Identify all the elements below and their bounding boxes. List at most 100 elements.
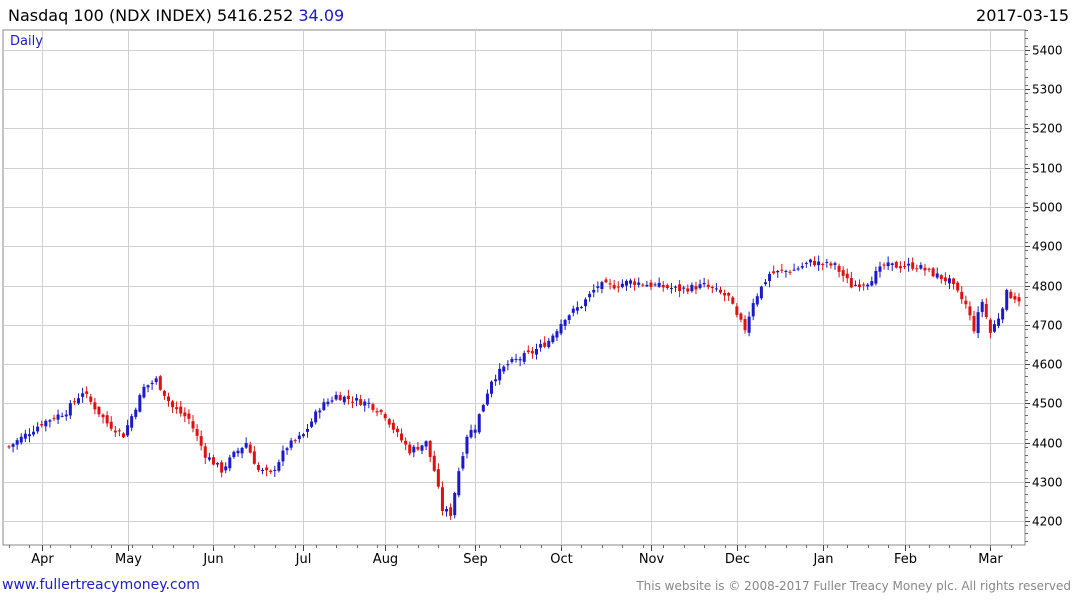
candle-body — [440, 487, 444, 512]
candle-body — [1001, 308, 1005, 320]
candle-body — [97, 406, 101, 415]
candle-body — [236, 450, 240, 454]
candle-body — [412, 446, 416, 453]
candle-body — [575, 307, 579, 311]
candle-body — [825, 261, 829, 263]
candle-body — [150, 382, 154, 384]
candle-body — [620, 283, 624, 288]
candle-body — [563, 320, 567, 326]
candle-body — [800, 266, 804, 268]
candle-body — [600, 282, 604, 289]
candle-body — [759, 286, 763, 299]
candle-body — [117, 430, 121, 432]
candle-body — [547, 340, 551, 348]
candle-body — [93, 402, 97, 410]
candle-body — [72, 401, 76, 403]
candle-body — [56, 414, 60, 420]
candle-body — [682, 287, 686, 289]
candle-body — [465, 436, 469, 454]
candle-body — [931, 268, 935, 277]
candle-body — [334, 394, 338, 400]
candle-body — [490, 381, 494, 394]
candle-body — [387, 419, 391, 425]
x-tick-label: Jul — [295, 552, 312, 567]
candle-body — [678, 284, 682, 292]
candle-body — [633, 281, 637, 285]
candle-body — [436, 469, 440, 487]
candle-body — [608, 283, 612, 285]
x-tick-label: Jan — [812, 552, 833, 567]
candle-body — [584, 299, 588, 307]
candle-body — [559, 324, 563, 334]
candle-body — [19, 436, 23, 443]
candle-body — [64, 414, 68, 417]
candle-body — [755, 296, 759, 305]
period-label: Daily — [10, 34, 43, 49]
candle-body — [15, 440, 19, 445]
candle-body — [199, 436, 203, 446]
candle-body — [101, 414, 105, 418]
candle-body — [432, 455, 436, 471]
candle-body — [424, 441, 428, 447]
candle-body — [898, 266, 902, 269]
candle-body — [629, 280, 633, 284]
candle-body — [89, 396, 93, 402]
candle-body — [126, 425, 130, 436]
candle-body — [330, 400, 334, 402]
candle-body — [355, 398, 359, 401]
candle-body — [596, 286, 600, 288]
y-tick-label: 4400 — [1032, 437, 1063, 451]
copyright-notice: This website is © 2008-2017 Fuller Treac… — [636, 579, 1071, 593]
candle-body — [612, 285, 616, 289]
website-link[interactable]: www.fullertreacymoney.com — [2, 577, 200, 593]
y-tick-label: 4800 — [1032, 280, 1063, 294]
x-tick-label: Aug — [373, 552, 398, 567]
candle-body — [191, 421, 195, 429]
candle-body — [784, 270, 788, 273]
candle-body — [874, 271, 878, 284]
candle-body — [911, 262, 915, 269]
candle-body — [220, 462, 224, 473]
candle-body — [751, 303, 755, 317]
candle-body — [297, 435, 301, 440]
candle-body — [690, 284, 694, 292]
candle-body — [747, 316, 751, 333]
candle-body — [36, 426, 40, 432]
y-tick-label: 4600 — [1032, 358, 1063, 372]
candle-body — [947, 278, 951, 284]
candle-body — [342, 396, 346, 403]
candle-body — [723, 293, 727, 296]
candle-body — [371, 404, 375, 410]
candle-body — [265, 467, 269, 471]
candle-body — [837, 265, 841, 272]
candle-body — [285, 448, 289, 451]
candle-body — [379, 410, 383, 413]
candle-body — [821, 263, 825, 265]
candle-body — [829, 263, 833, 266]
candle-body — [498, 368, 502, 381]
candle-body — [1017, 297, 1021, 302]
y-tick-label: 4200 — [1032, 515, 1063, 529]
y-tick-label: 4900 — [1032, 240, 1063, 254]
candle-body — [138, 395, 142, 412]
candle-body — [256, 464, 260, 471]
candle-body — [252, 451, 256, 464]
candle-body — [289, 440, 293, 448]
candle-body — [48, 420, 52, 422]
candle-body — [686, 288, 690, 292]
candle-body — [514, 358, 518, 361]
candle-body — [1009, 291, 1013, 299]
candle-body — [772, 271, 776, 274]
candle-body — [694, 286, 698, 290]
candle-body — [485, 393, 489, 405]
candle-body — [23, 433, 27, 439]
candle-body — [858, 284, 862, 288]
candle-body — [579, 306, 583, 308]
candle-body — [567, 315, 571, 320]
candle-body — [179, 406, 183, 414]
x-tick-label: Jun — [202, 552, 223, 567]
candle-body — [964, 300, 968, 305]
candle-body — [85, 391, 89, 394]
candle-body — [853, 284, 857, 286]
candle-body — [735, 306, 739, 315]
